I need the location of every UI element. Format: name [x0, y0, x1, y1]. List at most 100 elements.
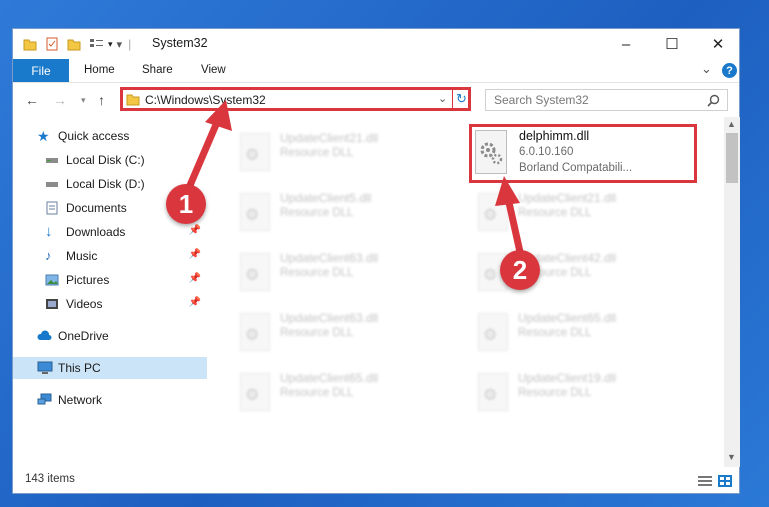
- ribbon-expand-icon[interactable]: ⌄: [701, 61, 712, 77]
- minimize-button[interactable]: –: [603, 29, 649, 59]
- sidebar-item-label: Videos: [66, 297, 103, 311]
- quick-access-toolbar: ▾ ▾ |: [23, 35, 131, 53]
- file-item[interactable]: ⚙ UpdateClient63.dll Resource DLL: [230, 247, 460, 303]
- address-dropdown-icon[interactable]: ⌄: [438, 92, 447, 105]
- back-arrow-icon[interactable]: ←: [25, 92, 39, 108]
- explorer-window: ▾ ▾ | System32 – ☐ ✕ File Home Share Vie…: [12, 28, 740, 494]
- pictures-icon: [45, 273, 59, 287]
- tab-view[interactable]: View: [201, 64, 226, 76]
- file-version: 6.0.10.160: [519, 146, 574, 158]
- large-icons-view-icon[interactable]: [718, 475, 732, 487]
- file-type: Resource DLL: [518, 207, 592, 219]
- file-item[interactable]: ⚙ UpdateClient65.dll Resource DLL: [230, 367, 460, 423]
- sidebar-item-label: Quick access: [58, 129, 130, 143]
- forward-arrow-icon[interactable]: →: [53, 92, 67, 108]
- file-type: Resource DLL: [518, 387, 592, 399]
- sidebar-item-onedrive[interactable]: OneDrive: [13, 325, 207, 347]
- file-type: Resource DLL: [280, 267, 354, 279]
- file-item[interactable]: ⚙ UpdateClient19.dll Resource DLL: [468, 367, 698, 423]
- dll-file-icon: [475, 130, 507, 174]
- tab-file[interactable]: File: [13, 59, 69, 82]
- sidebar-item-label: OneDrive: [58, 329, 109, 343]
- sidebar-item-quick-access[interactable]: ★ Quick access: [13, 125, 207, 147]
- file-type: Borland Compatabili...: [519, 162, 633, 174]
- sidebar-item-videos[interactable]: Videos 📌: [13, 293, 207, 315]
- computer-icon: [37, 361, 53, 375]
- maximize-button[interactable]: ☐: [649, 29, 695, 59]
- dll-file-icon: ⚙: [240, 373, 270, 411]
- sidebar-item-music[interactable]: ♪ Music 📌: [13, 245, 207, 267]
- file-type: Resource DLL: [280, 327, 354, 339]
- refresh-icon[interactable]: ↻: [456, 91, 467, 107]
- sidebar-item-network[interactable]: Network: [13, 389, 207, 411]
- cloud-icon: [37, 329, 52, 343]
- address-path: C:\Windows\System32: [145, 93, 266, 107]
- dll-file-icon: ⚙: [240, 313, 270, 351]
- dll-file-icon: ⚙: [240, 133, 270, 171]
- pin-icon[interactable]: 📌: [189, 297, 201, 308]
- address-bar[interactable]: C:\Windows\System32 ⌄ ↻: [120, 87, 471, 111]
- tab-share[interactable]: Share: [142, 64, 173, 76]
- step-2-badge: 2: [500, 250, 540, 290]
- drive-icon: [45, 177, 59, 191]
- sidebar-item-local-disk-c[interactable]: Local Disk (C:): [13, 149, 207, 171]
- file-name: UpdateClient21.dll: [518, 191, 617, 205]
- file-name: UpdateClient63.dll: [280, 251, 379, 265]
- file-item[interactable]: ⚙ UpdateClient65.dll Resource DLL: [468, 307, 698, 363]
- pin-icon[interactable]: 📌: [189, 225, 201, 236]
- file-name: delphimm.dll: [519, 129, 590, 143]
- vertical-scrollbar[interactable]: ▲ ▼: [724, 117, 740, 467]
- sidebar-item-pictures[interactable]: Pictures 📌: [13, 269, 207, 291]
- dll-file-icon: ⚙: [478, 373, 508, 411]
- customize-icon[interactable]: ▾: [117, 38, 123, 51]
- file-name: UpdateClient65.dll: [518, 311, 617, 325]
- search-input[interactable]: Search System32: [494, 93, 589, 107]
- tab-home[interactable]: Home: [84, 64, 115, 76]
- sidebar-item-label: Documents: [66, 201, 127, 215]
- qa-dropdown-icon[interactable]: ▾: [108, 39, 113, 50]
- file-item[interactable]: ⚙ UpdateClient21.dll Resource DLL: [230, 127, 460, 183]
- pin-icon[interactable]: 📌: [189, 273, 201, 284]
- properties-icon[interactable]: [45, 37, 59, 51]
- recent-locations-icon[interactable]: ▾: [81, 95, 86, 106]
- details-view-icon[interactable]: [698, 475, 712, 487]
- new-folder-icon[interactable]: [67, 37, 81, 51]
- close-button[interactable]: ✕: [695, 29, 741, 59]
- up-arrow-icon[interactable]: ↑: [98, 92, 105, 108]
- scroll-up-icon[interactable]: ▲: [727, 119, 736, 129]
- pin-icon[interactable]: 📌: [189, 249, 201, 260]
- file-item[interactable]: ⚙ UpdateClient21.dll Resource DLL: [468, 187, 698, 243]
- address-divider: [452, 87, 453, 111]
- sidebar-item-label: Local Disk (C:): [66, 153, 145, 167]
- sidebar-item-this-pc[interactable]: This PC: [13, 357, 207, 379]
- file-name: UpdateClient63.dll: [280, 311, 379, 325]
- sidebar-item-downloads[interactable]: ↓ Downloads 📌: [13, 221, 207, 243]
- file-item-delphimm[interactable]: delphimm.dll 6.0.10.160 Borland Compatab…: [469, 124, 697, 183]
- file-type: Resource DLL: [280, 147, 354, 159]
- documents-icon: [45, 201, 59, 215]
- navigation-pane: ★ Quick access Local Disk (C:) Local Dis…: [13, 117, 209, 463]
- network-icon: [37, 393, 52, 407]
- scroll-thumb[interactable]: [726, 133, 738, 183]
- search-icon[interactable]: [707, 94, 720, 107]
- file-name: UpdateClient19.dll: [518, 371, 617, 385]
- downloads-icon: ↓: [45, 223, 53, 240]
- scroll-down-icon[interactable]: ▼: [727, 452, 736, 462]
- list-icon[interactable]: [89, 37, 105, 51]
- folder-icon[interactable]: [23, 37, 37, 51]
- file-item[interactable]: ⚙ UpdateClient63.dll Resource DLL: [230, 307, 460, 363]
- sidebar-item-label: This PC: [58, 361, 101, 375]
- folder-icon: [126, 94, 140, 106]
- dll-file-icon: ⚙: [240, 253, 270, 291]
- step-1-badge: 1: [166, 184, 206, 224]
- navigation-bar: ← → ▾ ↑ C:\Windows\System32 ⌄ ↻ Search S…: [13, 84, 739, 116]
- file-type: Resource DLL: [280, 207, 354, 219]
- item-count: 143 items: [25, 473, 75, 485]
- file-name: UpdateClient5.dll: [280, 191, 372, 205]
- window-title: System32: [152, 36, 208, 50]
- help-icon[interactable]: ?: [722, 63, 737, 78]
- sidebar-item-label: Local Disk (D:): [66, 177, 145, 191]
- sidebar-item-label: Music: [66, 249, 98, 263]
- file-item[interactable]: ⚙ UpdateClient5.dll Resource DLL: [230, 187, 460, 243]
- search-box[interactable]: Search System32: [485, 89, 728, 111]
